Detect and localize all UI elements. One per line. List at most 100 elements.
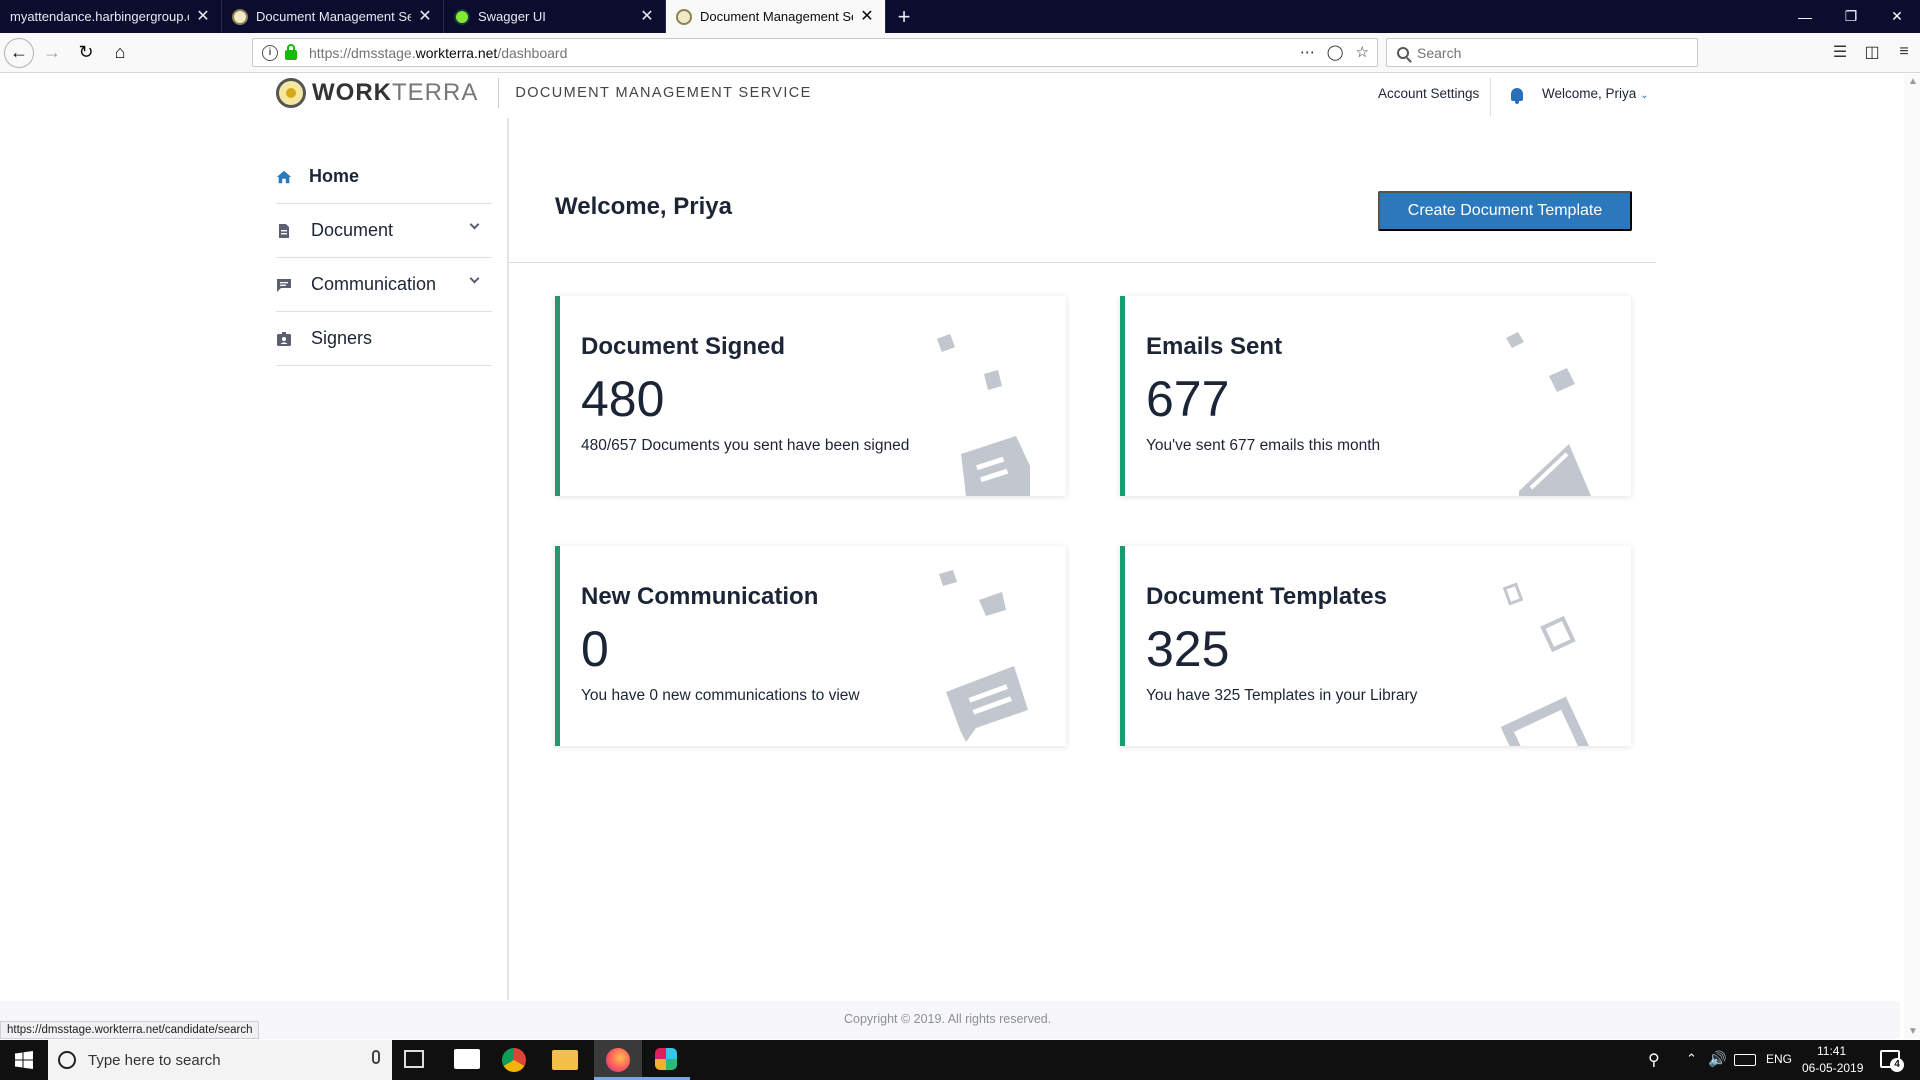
pocket-icon[interactable]: ◯ bbox=[1327, 43, 1344, 61]
microphone-icon[interactable] bbox=[372, 1050, 380, 1064]
notification-bell-icon[interactable] bbox=[1511, 88, 1523, 104]
browser-tab-active[interactable]: Document Management Servic ✕ bbox=[666, 0, 886, 33]
window-controls: — ❐ ✕ bbox=[1782, 0, 1920, 33]
card-title: New Communication bbox=[581, 583, 819, 610]
notification-count: 4 bbox=[1890, 1058, 1904, 1072]
dms-favicon-icon bbox=[676, 8, 692, 25]
browser-tab[interactable]: Swagger UI ✕ bbox=[444, 0, 666, 33]
tab-title: myattendance.harbingergroup.com bbox=[10, 9, 189, 24]
signed-document-icon bbox=[937, 334, 1030, 496]
close-window-icon[interactable]: ✕ bbox=[1874, 0, 1920, 33]
sidebar-item-label: Document bbox=[311, 220, 394, 240]
site-info-icon[interactable]: i bbox=[262, 44, 278, 61]
header-separator bbox=[509, 262, 1656, 263]
close-tab-icon[interactable]: ✕ bbox=[639, 8, 655, 25]
new-tab-button[interactable]: + bbox=[886, 0, 922, 33]
minimize-icon[interactable]: — bbox=[1782, 0, 1828, 33]
user-menu-label: Welcome, Priya bbox=[1542, 86, 1637, 101]
keyboard-icon[interactable] bbox=[1734, 1054, 1756, 1066]
create-document-template-button[interactable]: Create Document Template bbox=[1378, 191, 1632, 231]
stat-card-document-templates[interactable]: Document Templates 325 You have 325 Temp… bbox=[1120, 546, 1631, 746]
swagger-favicon-icon bbox=[454, 8, 470, 25]
document-icon bbox=[279, 223, 289, 238]
browser-tab[interactable]: myattendance.harbingergroup.com ✕ bbox=[0, 0, 222, 33]
back-arrow-icon[interactable]: ← bbox=[4, 37, 34, 68]
bookmark-star-icon[interactable]: ☆ bbox=[1356, 43, 1369, 61]
logo-divider bbox=[498, 78, 500, 108]
card-value: 677 bbox=[1146, 371, 1230, 427]
task-view-icon[interactable] bbox=[404, 1050, 424, 1068]
action-center-icon[interactable]: 4 bbox=[1880, 1050, 1904, 1072]
browser-search-field[interactable]: Search bbox=[1386, 38, 1698, 67]
file-explorer-icon[interactable] bbox=[552, 1050, 578, 1070]
close-tab-icon[interactable]: ✕ bbox=[859, 8, 875, 25]
signer-badge-icon bbox=[277, 331, 291, 346]
sidebar-item-signers[interactable]: Signers bbox=[276, 312, 492, 366]
windows-start-icon[interactable] bbox=[0, 1040, 48, 1080]
close-tab-icon[interactable]: ✕ bbox=[417, 8, 433, 25]
sidebar-toggle-icon[interactable]: ◫ bbox=[1856, 38, 1888, 66]
stat-card-document-signed[interactable]: Document Signed 480 480/657 Documents yo… bbox=[555, 296, 1066, 496]
tab-title: Document Management Servic bbox=[256, 9, 411, 24]
mail-app-icon[interactable] bbox=[454, 1049, 480, 1069]
envelope-icon bbox=[1506, 332, 1591, 496]
sidebar-divider bbox=[507, 118, 509, 1000]
people-icon[interactable]: ⚲ bbox=[1648, 1050, 1660, 1070]
sidebar-item-communication[interactable]: Communication bbox=[276, 258, 492, 312]
page-actions-icon[interactable]: ⋯ bbox=[1300, 43, 1315, 61]
clock-time[interactable]: 11:41 bbox=[1817, 1044, 1846, 1058]
close-tab-icon[interactable]: ✕ bbox=[195, 8, 211, 25]
card-description: You've sent 677 emails this month bbox=[1146, 437, 1381, 454]
card-title: Emails Sent bbox=[1146, 333, 1283, 360]
status-url: https://dmsstage.workterra.net/candidate… bbox=[0, 1021, 260, 1039]
chrome-app-icon[interactable] bbox=[502, 1048, 526, 1072]
forward-arrow-icon[interactable]: → bbox=[36, 37, 68, 69]
library-icon[interactable]: ☰ bbox=[1824, 38, 1856, 66]
home-page-icon[interactable]: ⌂ bbox=[104, 37, 136, 69]
chevron-down-icon[interactable] bbox=[469, 219, 480, 230]
chevron-down-icon[interactable] bbox=[469, 273, 480, 284]
url-text[interactable]: https://dmsstage.workterra.net/dashboard bbox=[309, 45, 567, 61]
browser-tab-strip: myattendance.harbingergroup.com ✕ Docume… bbox=[0, 0, 1920, 33]
stat-card-emails-sent[interactable]: Emails Sent 677 You've sent 677 emails t… bbox=[1120, 296, 1631, 496]
workterra-logo[interactable]: WORKTERRA DOCUMENT MANAGEMENT SERVICE bbox=[276, 78, 812, 108]
template-icon bbox=[1500, 582, 1592, 746]
scroll-up-icon[interactable]: ▲ bbox=[1908, 76, 1918, 87]
service-name: DOCUMENT MANAGEMENT SERVICE bbox=[515, 85, 812, 101]
sidebar-item-label: Communication bbox=[311, 274, 437, 294]
page-title: Welcome, Priya bbox=[555, 193, 732, 220]
page-scrollbar[interactable]: ▲ ▼ bbox=[1904, 74, 1920, 1039]
account-settings-link[interactable]: Account Settings bbox=[1378, 86, 1479, 101]
app-header: WORKTERRA DOCUMENT MANAGEMENT SERVICE Ac… bbox=[0, 74, 1900, 118]
language-indicator[interactable]: ENG bbox=[1766, 1052, 1792, 1066]
scroll-down-icon[interactable]: ▼ bbox=[1908, 1026, 1918, 1037]
workterra-logo-icon bbox=[276, 78, 306, 108]
header-divider bbox=[1490, 78, 1491, 116]
firefox-app-icon[interactable] bbox=[594, 1040, 642, 1080]
sidebar-item-home[interactable]: Home bbox=[276, 150, 492, 204]
volume-icon[interactable]: 🔊 bbox=[1708, 1050, 1727, 1068]
restore-icon[interactable]: ❐ bbox=[1828, 0, 1874, 33]
user-menu[interactable]: Welcome, Priya ⌄ bbox=[1542, 86, 1649, 101]
tab-title: Document Management Servic bbox=[700, 9, 853, 24]
card-title: Document Signed bbox=[581, 333, 786, 360]
slack-app-icon[interactable] bbox=[642, 1040, 690, 1080]
toolbar-right: ☰ ◫ ≡ bbox=[1824, 38, 1920, 66]
browser-tab[interactable]: Document Management Servic ✕ bbox=[222, 0, 444, 33]
browser-nav-bar: ← → ↻ ⌂ i https://dmsstage.workterra.net… bbox=[0, 33, 1920, 73]
sidebar-item-label: Home bbox=[309, 166, 360, 186]
windows-taskbar: Type here to search ⚲ ⌃ 🔊 ENG 11:41 06-0… bbox=[0, 1040, 1920, 1080]
menu-hamburger-icon[interactable]: ≡ bbox=[1888, 38, 1920, 66]
card-value: 0 bbox=[581, 621, 609, 677]
page-footer: Copyright © 2019. All rights reserved. bbox=[0, 1001, 1900, 1039]
taskbar-search-box[interactable]: Type here to search bbox=[48, 1040, 392, 1080]
sidebar-item-document[interactable]: Document bbox=[276, 204, 492, 258]
stat-card-new-communication[interactable]: New Communication 0 You have 0 new commu… bbox=[555, 546, 1066, 746]
tab-title: Swagger UI bbox=[478, 9, 546, 24]
address-bar[interactable]: i https://dmsstage.workterra.net/dashboa… bbox=[252, 38, 1378, 67]
card-description: You have 0 new communications to view bbox=[581, 687, 860, 704]
cortana-icon bbox=[58, 1051, 76, 1069]
clock-date[interactable]: 06-05-2019 bbox=[1802, 1061, 1863, 1075]
reload-icon[interactable]: ↻ bbox=[70, 37, 102, 69]
show-hidden-icons-icon[interactable]: ⌃ bbox=[1686, 1051, 1697, 1067]
